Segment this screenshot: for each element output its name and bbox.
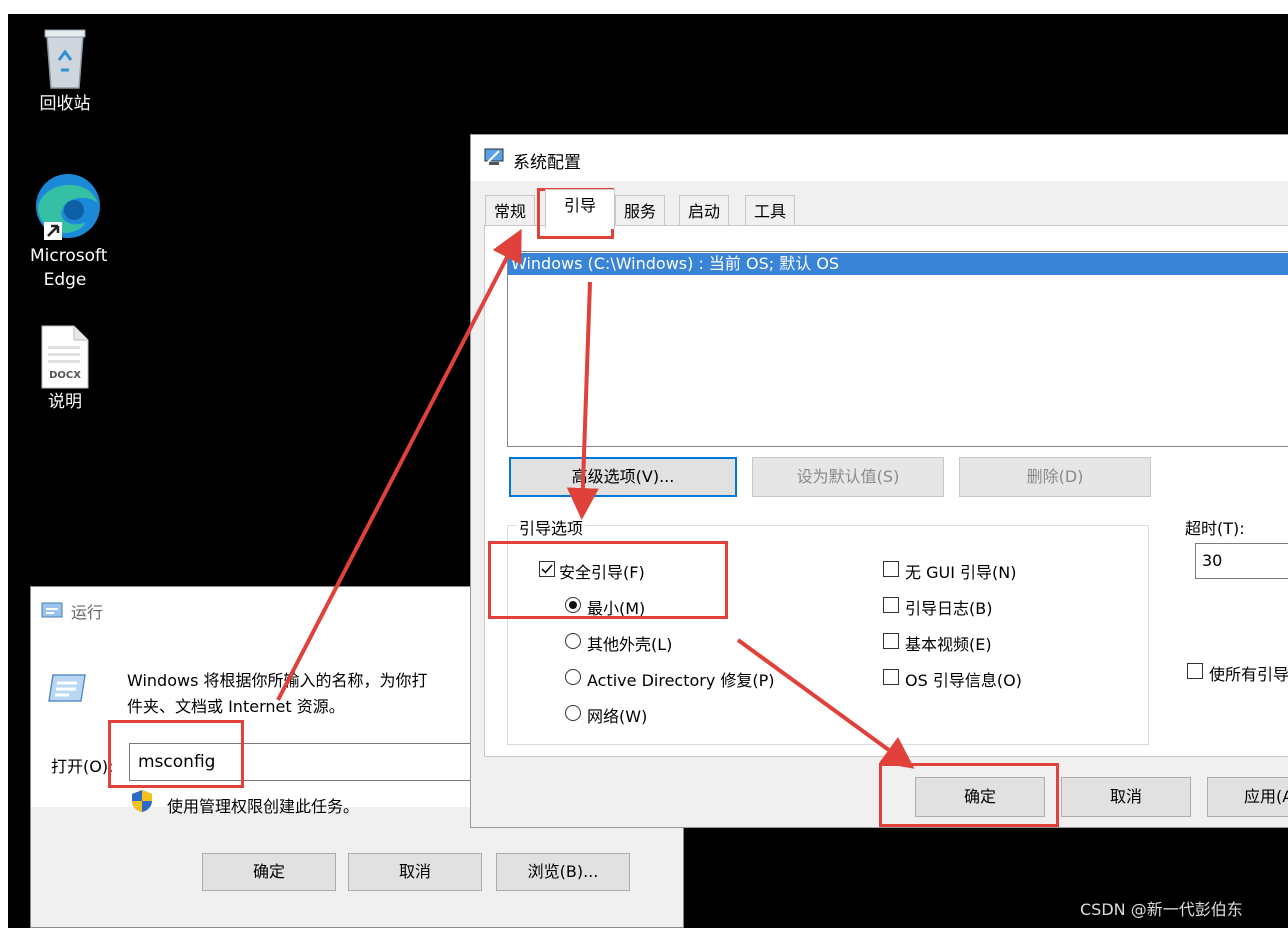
arrow-run-to-tab: [276, 228, 522, 701]
annotation-arrows: [276, 228, 915, 769]
tab-boot[interactable]: 引导: [545, 189, 615, 229]
arrow-options-to-ok: [736, 638, 915, 769]
arrow-tab-to-options: [566, 281, 599, 520]
